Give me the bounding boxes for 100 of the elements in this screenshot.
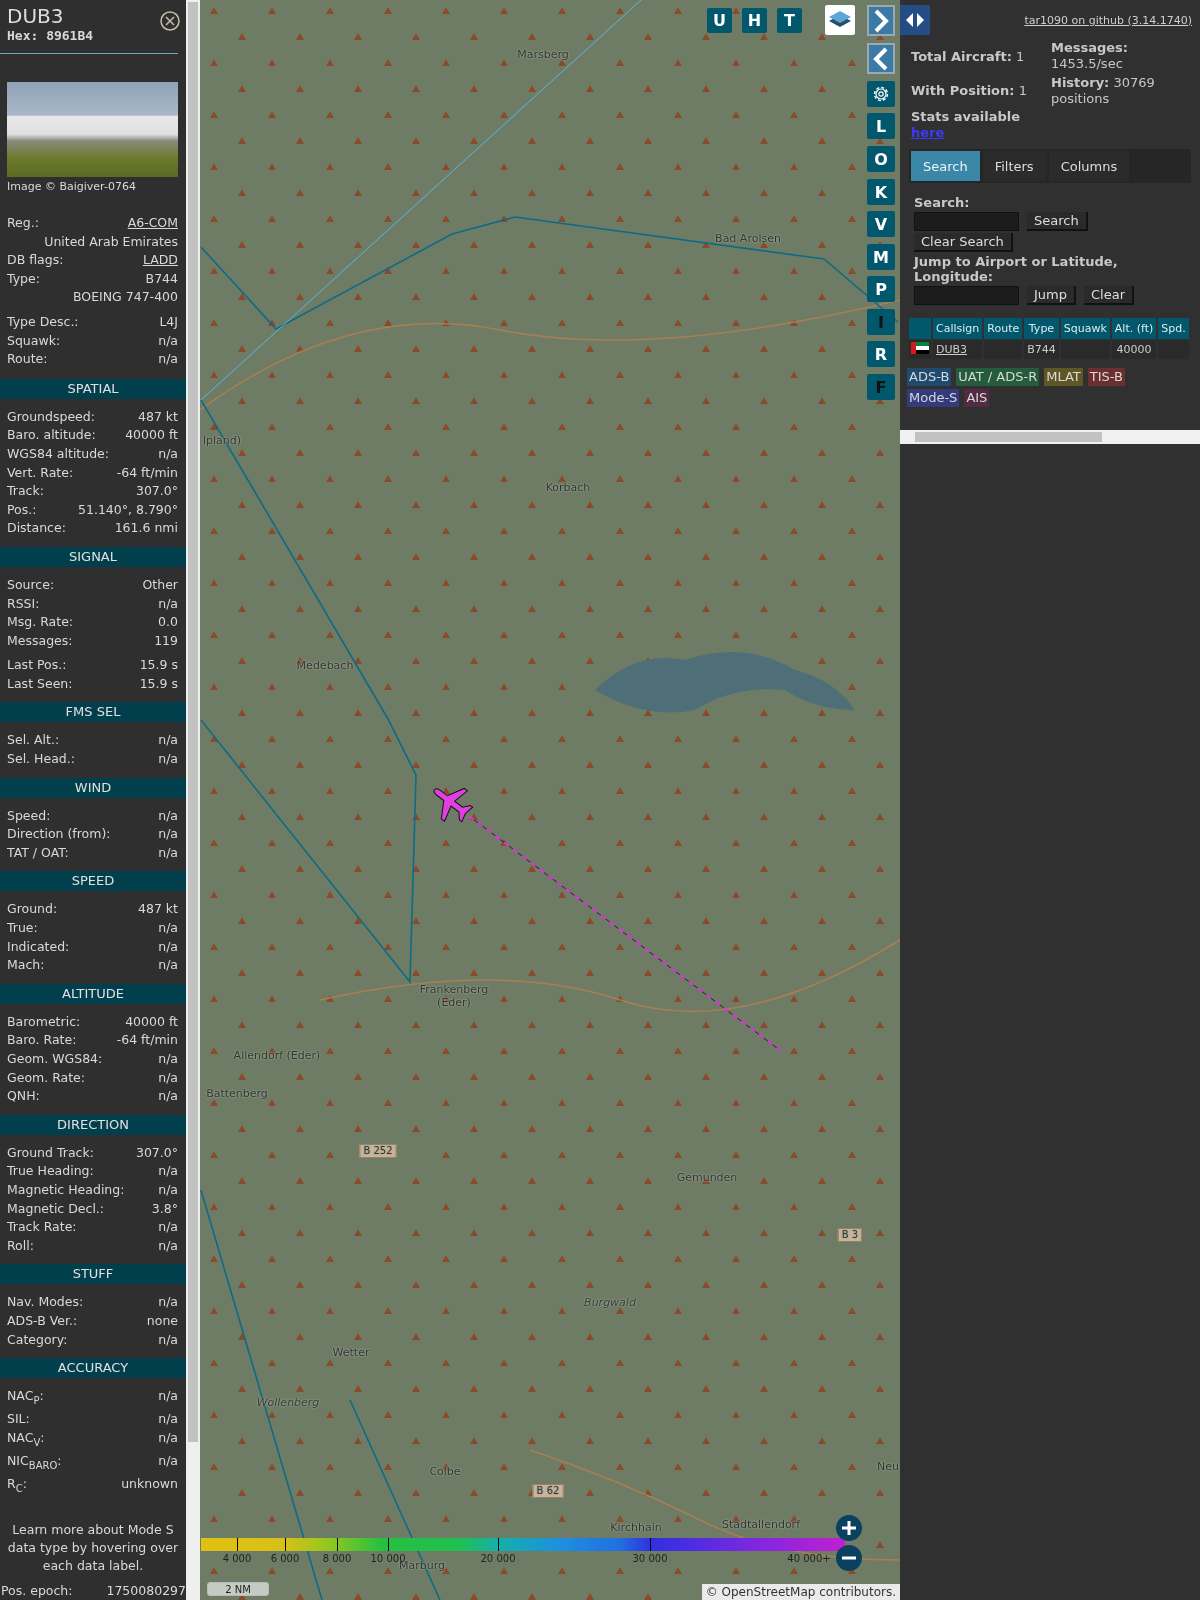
column-header[interactable]: Spd. <box>1158 318 1189 339</box>
callsign-title: DUB3 <box>7 4 65 28</box>
value-link[interactable]: LADD <box>142 251 178 270</box>
section-header: SIGNAL <box>0 546 186 567</box>
field-label: Barometric: <box>7 1012 81 1031</box>
field-label: Distance: <box>7 519 66 538</box>
field-value: n/a <box>158 1451 178 1470</box>
field-value: 487 kt <box>138 900 178 919</box>
jump-button[interactable]: Jump <box>1027 286 1076 305</box>
field-value: n/a <box>158 825 178 844</box>
field-label: Ground: <box>7 900 58 919</box>
place-label: Marsberg <box>517 47 569 61</box>
settings-icon <box>871 84 891 104</box>
field-label: SIL: <box>7 1410 30 1429</box>
place-label: Battenberg <box>206 1086 268 1100</box>
legend-label: 6 000 <box>270 1553 300 1564</box>
map-toggle-button[interactable]: M <box>867 244 895 270</box>
field-label: Jump to Airport or Latitude, Longitude: <box>914 254 1119 284</box>
field-value: n/a <box>158 1180 178 1199</box>
field-value: n/a <box>158 444 178 463</box>
field-label: Groundspeed: <box>7 407 95 426</box>
expand-button[interactable] <box>867 5 895 36</box>
search-button[interactable]: Search <box>1027 212 1088 231</box>
source-tag: MLAT <box>1044 368 1083 386</box>
search-field[interactable] <box>914 212 1019 231</box>
source-tag: Mode-S <box>907 389 960 407</box>
field-value: n/a <box>158 919 178 938</box>
clear-button[interactable]: Clear <box>1084 286 1134 305</box>
field-value: 0.0 <box>158 613 178 632</box>
column-header[interactable]: Route <box>984 318 1023 339</box>
section-header: FMS SEL <box>0 702 186 723</box>
aircraft-icon[interactable] <box>433 787 474 823</box>
version-link[interactable]: tar1090 on github (3.14.1740) <box>1024 13 1192 27</box>
stat-text: Messages: 1453.5/sec <box>1051 40 1130 72</box>
field-value: 307.0° <box>135 482 178 501</box>
tab[interactable]: Columns <box>1048 151 1130 181</box>
tab[interactable]: Search <box>911 151 980 181</box>
legend-label: 4 000 <box>222 1553 252 1564</box>
field-value: n/a <box>158 1162 178 1181</box>
layers-button[interactable] <box>825 5 855 35</box>
place-label: Colbe <box>429 1464 461 1478</box>
place-label: Allendorf (Eder) <box>233 1048 321 1062</box>
column-header[interactable]: Callsign <box>933 318 983 339</box>
stat-text: With Position: 1 <box>911 83 1028 99</box>
field-label: Baro. Rate: <box>7 1031 77 1050</box>
map-toggle-button[interactable]: V <box>867 211 895 237</box>
column-header[interactable]: Type <box>1024 318 1059 339</box>
map-toggle-button[interactable]: T <box>777 8 802 33</box>
field-label: Source: <box>7 575 55 594</box>
scrollbar[interactable] <box>900 430 1200 444</box>
field-value: 119 <box>154 631 178 650</box>
value-link[interactable]: A6-COM <box>127 214 178 233</box>
map-toggle-button[interactable]: R <box>867 341 895 367</box>
hex-code: Hex: 8961B4 <box>7 28 94 44</box>
field-value: 40000 ft <box>125 426 178 445</box>
section-header: WIND <box>0 777 186 798</box>
field-label: QNH: <box>7 1087 40 1106</box>
column-header[interactable]: Alt. (ft) <box>1111 318 1157 339</box>
field-value: 487 kt <box>138 407 178 426</box>
map-toggle-button[interactable]: O <box>867 146 895 172</box>
chevron-left-icon <box>873 46 889 71</box>
field-label: NIC$_{BARO}$: <box>7 1451 62 1473</box>
field-value: n/a <box>158 350 178 369</box>
field-value: n/a <box>158 1068 178 1087</box>
field-value: 307.0° <box>135 1143 178 1162</box>
source-tag: ADS-B <box>907 368 952 386</box>
field-value: n/a <box>158 937 178 956</box>
field-value: n/a <box>158 331 178 350</box>
collapse-button[interactable] <box>867 43 895 74</box>
scale-bar: 2 NM <box>207 1582 269 1596</box>
road-number-label: B 3 <box>837 1228 863 1242</box>
sidebar-toggle-button[interactable] <box>900 5 930 35</box>
field-label: Speed: <box>7 806 51 825</box>
legend-label: 8 000 <box>322 1553 352 1564</box>
field-label: RSSI: <box>7 594 40 613</box>
scrollbar[interactable] <box>186 0 200 1600</box>
field-value: unknown <box>121 1475 178 1493</box>
field-value: n/a <box>158 843 178 862</box>
field-label: Messages: <box>7 631 73 650</box>
map-toggle-button[interactable]: H <box>742 8 767 33</box>
field-value: 161.6 nmi <box>114 519 178 538</box>
field-label: Sel. Alt.: <box>7 731 60 750</box>
field-value: n/a <box>158 1087 178 1106</box>
field-value: n/a <box>158 1330 178 1349</box>
tab[interactable]: Filters <box>982 151 1046 181</box>
map-toggle-button[interactable]: K <box>867 179 895 205</box>
clear-search-button[interactable]: Clear Search <box>914 233 1013 252</box>
column-header[interactable]: Squawk <box>1060 318 1110 339</box>
settings-button[interactable] <box>867 81 895 107</box>
field-label: Geom. WGS84: <box>7 1050 103 1068</box>
field-value: n/a <box>158 1050 178 1068</box>
map-toggle-button[interactable]: P <box>867 276 895 302</box>
map-toggle-button[interactable]: U <box>707 8 732 33</box>
close-icon[interactable] <box>160 11 180 31</box>
map-toggle-button[interactable]: L <box>867 113 895 139</box>
field-label: True: <box>7 919 38 938</box>
source-tag: AIS <box>964 389 990 407</box>
jump-field[interactable] <box>914 286 1019 305</box>
field-label: Magnetic Heading: <box>7 1180 125 1199</box>
field-label: Mach: <box>7 956 45 975</box>
